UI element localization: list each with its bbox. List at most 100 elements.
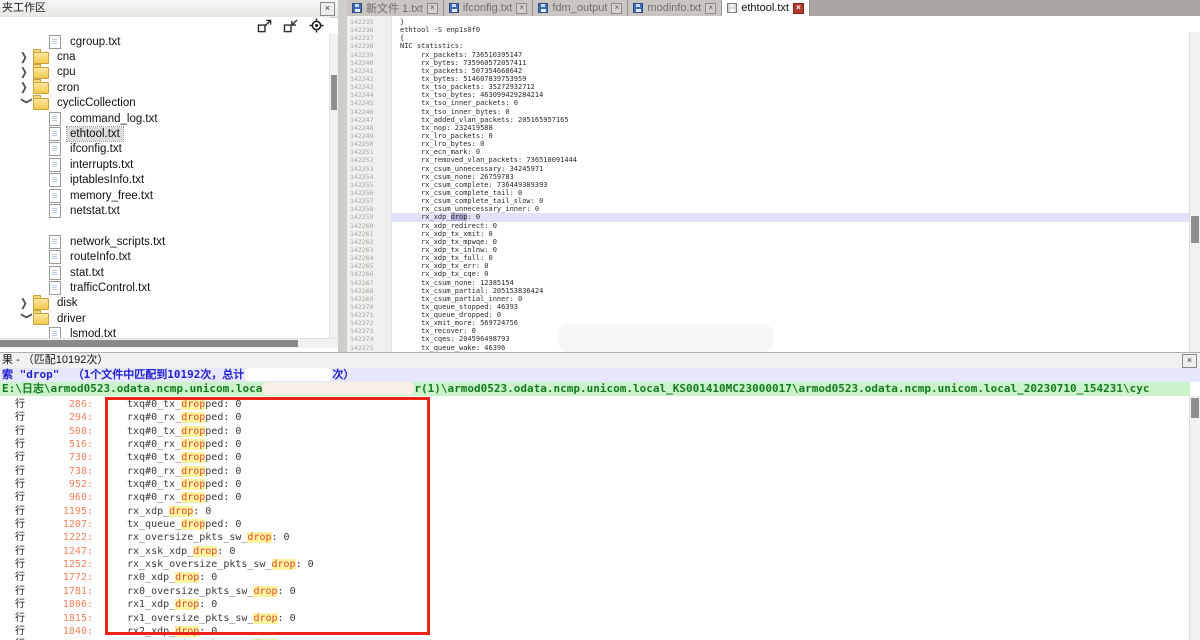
result-row[interactable]: 行1772:rx0_xdp_drop: 0 — [0, 571, 1190, 584]
result-text: rx1_oversize_pkts_sw_drop: 0 — [127, 612, 296, 625]
editor-tab-modinfo-txt[interactable]: modinfo.txt× — [628, 0, 722, 16]
expand-all-icon[interactable] — [257, 19, 272, 33]
match-highlight: drop — [181, 426, 205, 437]
text-before-match: rxq#0_rx_ — [127, 412, 181, 423]
result-row[interactable]: 行516:rxq#0_rx_dropped: 0 — [0, 438, 1190, 451]
collapse-all-icon[interactable] — [283, 19, 298, 33]
tree-file-iptablesinfo-txt[interactable]: iptablesInfo.txt — [0, 173, 330, 188]
tree-file-lsmod-txt[interactable]: lsmod.txt — [0, 326, 330, 338]
tree-folder-cron[interactable]: ❯ cron — [0, 80, 330, 95]
line-number: 142268 — [347, 287, 391, 295]
scrollbar-thumb[interactable] — [1191, 216, 1199, 243]
chevron-right-icon[interactable]: ❯ — [20, 81, 33, 94]
tab-label: ifconfig.txt — [463, 2, 513, 14]
result-row[interactable]: 行1247:rx_xsk_xdp_drop: 0 — [0, 545, 1190, 558]
tree-file-command-log-txt[interactable]: command_log.txt — [0, 111, 330, 126]
tree-file-ethtool-txt[interactable]: ethtool.txt — [0, 126, 330, 141]
results-vertical-scrollbar[interactable] — [1189, 396, 1200, 640]
scrollbar-thumb[interactable] — [1191, 398, 1199, 418]
result-row[interactable]: 行1806:rx1_xdp_drop: 0 — [0, 598, 1190, 611]
editor-line: 142264 rx_xdp_tx_full: 0 — [347, 254, 1190, 262]
editor-panel: 新文件 1.txt×ifconfig.txt×fdm_output×modinf… — [347, 0, 1200, 352]
chevron-right-icon[interactable]: ❯ — [20, 297, 33, 310]
result-row[interactable]: 行730:txq#0_tx_dropped: 0 — [0, 451, 1190, 464]
line-text: rx_xdp_drop: 0 — [391, 213, 1190, 221]
line-text: NIC statistics: — [391, 42, 1190, 50]
file-icon — [49, 204, 61, 218]
result-row-prefix: 行 — [15, 612, 25, 625]
tree-vertical-scrollbar[interactable] — [329, 34, 338, 338]
close-tab-icon[interactable]: × — [793, 3, 804, 14]
editor-tab-ifconfig-txt[interactable]: ifconfig.txt× — [444, 0, 534, 16]
tree-folder-cycliccollection[interactable]: ❯cyclicCollection — [0, 96, 330, 111]
scrollbar-thumb[interactable] — [0, 340, 298, 347]
result-row[interactable]: 行1781:rx0_oversize_pkts_sw_drop: 0 — [0, 585, 1190, 598]
line-text: { — [391, 34, 1190, 42]
result-line-number: 1840: — [28, 625, 93, 638]
text-after-match: : 0 — [278, 613, 296, 624]
close-tab-icon[interactable]: × — [516, 3, 527, 14]
editor-line: 142263 rx_xdp_tx_inlnw: 0 — [347, 246, 1190, 254]
line-number: 142255 — [347, 181, 391, 189]
result-row[interactable]: 行1252:rx_xsk_oversize_pkts_sw_drop: 0 — [0, 558, 1190, 571]
tree-file-routeinfo-txt[interactable]: routeInfo.txt — [0, 249, 330, 264]
line-number: 142248 — [347, 124, 391, 132]
tree-folder-cpu[interactable]: ❯cpu — [0, 65, 330, 80]
panel-splitter[interactable] — [338, 0, 347, 352]
tree-file-memory-free-txt[interactable]: memory_free.txt — [0, 188, 330, 203]
result-row-prefix: 行 — [15, 451, 25, 464]
editor-tab-fdm-output[interactable]: fdm_output× — [533, 0, 628, 16]
close-panel-icon[interactable]: × — [320, 2, 335, 16]
editor-line: 142255 rx_csum_complete: 736449389393 — [347, 181, 1190, 189]
tree-file-interrupts-txt[interactable]: interrupts.txt — [0, 157, 330, 172]
tree-file-trafficcontrol-txt[interactable]: trafficControl.txt — [0, 280, 330, 295]
chevron-right-icon[interactable]: ❯ — [20, 50, 33, 63]
result-row[interactable]: 行1840:rx2_xdp_drop: 0 — [0, 625, 1190, 638]
editor-line: 142258 rx_csum_unnecessary_inner: 0 — [347, 205, 1190, 213]
tree-file-stat-txt[interactable]: stat.txt — [0, 265, 330, 280]
tree-file-netstat-txt[interactable]: netstat.txt — [0, 203, 330, 218]
tree-folder-driver[interactable]: ❯driver — [0, 311, 330, 326]
close-tab-icon[interactable]: × — [611, 3, 622, 14]
scrollbar-thumb[interactable] — [331, 75, 337, 110]
tree-item-label: cron — [54, 81, 82, 95]
close-tab-icon[interactable]: × — [427, 3, 438, 14]
result-row-prefix: 行 — [15, 491, 25, 504]
close-results-icon[interactable]: × — [1182, 354, 1197, 368]
editor-body[interactable]: 142235}142236ethtool -S enp1s0f0142237{1… — [347, 16, 1200, 352]
result-line-number: 1772: — [28, 571, 93, 584]
editor-tab-1-txt[interactable]: 新文件 1.txt× — [347, 0, 444, 16]
matched-file-path[interactable]: E:\日志\armod0523.odata.ncmp.unicom.locar(… — [0, 382, 1190, 396]
result-row[interactable]: 行738:rxq#0_rx_dropped: 0 — [0, 465, 1190, 478]
tree-file-network-scripts-txt[interactable]: network_scripts.txt — [0, 234, 330, 249]
path-text-tail: r(1)\armod0523.odata.ncmp.unicom.local_K… — [414, 382, 1149, 395]
chevron-down-icon[interactable]: ❯ — [20, 97, 33, 110]
result-row[interactable]: 行960:rxq#0_rx_dropped: 0 — [0, 491, 1190, 504]
result-row[interactable]: 行294:rxq#0_rx_dropped: 0 — [0, 411, 1190, 424]
close-tab-icon[interactable]: × — [705, 3, 716, 14]
editor-line: 142269 tx_csum_partial_inner: 0 — [347, 295, 1190, 303]
result-row[interactable]: 行952:txq#0_tx_dropped: 0 — [0, 478, 1190, 491]
result-row[interactable]: 行1815:rx1_oversize_pkts_sw_drop: 0 — [0, 612, 1190, 625]
tree-folder-cna[interactable]: ❯cna — [0, 49, 330, 64]
tree-file-ifconfig-txt[interactable]: ifconfig.txt — [0, 142, 330, 157]
result-row[interactable]: 行1207:tx_queue_dropped: 0 — [0, 518, 1190, 531]
tab-bar: 新文件 1.txt×ifconfig.txt×fdm_output×modinf… — [347, 0, 1200, 16]
result-row[interactable]: 行1195:rx_xdp_drop: 0 — [0, 505, 1190, 518]
result-line-number: 1806: — [28, 598, 93, 611]
result-row[interactable]: 行1222:rx_oversize_pkts_sw_drop: 0 — [0, 531, 1190, 544]
locate-file-icon[interactable] — [309, 18, 324, 33]
tree-horizontal-scrollbar[interactable] — [0, 338, 338, 348]
chevron-down-icon[interactable]: ❯ — [20, 312, 33, 325]
tree-folder-disk[interactable]: ❯disk — [0, 296, 330, 311]
line-text: tx_nop: 232419588 — [391, 124, 1190, 132]
result-line-number: 1195: — [28, 505, 93, 518]
match-highlight: drop — [181, 452, 205, 463]
chevron-right-icon[interactable]: ❯ — [20, 66, 33, 79]
tree-file-cgroup-txt[interactable]: cgroup.txt — [0, 34, 330, 49]
result-row[interactable]: 行508:txq#0_tx_dropped: 0 — [0, 425, 1190, 438]
line-number: 142242 — [347, 75, 391, 83]
result-row[interactable]: 行286:txq#0_tx_dropped: 0 — [0, 398, 1190, 411]
editor-tab-ethtool-txt[interactable]: ethtool.txt× — [722, 0, 810, 16]
editor-vertical-scrollbar[interactable] — [1189, 32, 1200, 352]
